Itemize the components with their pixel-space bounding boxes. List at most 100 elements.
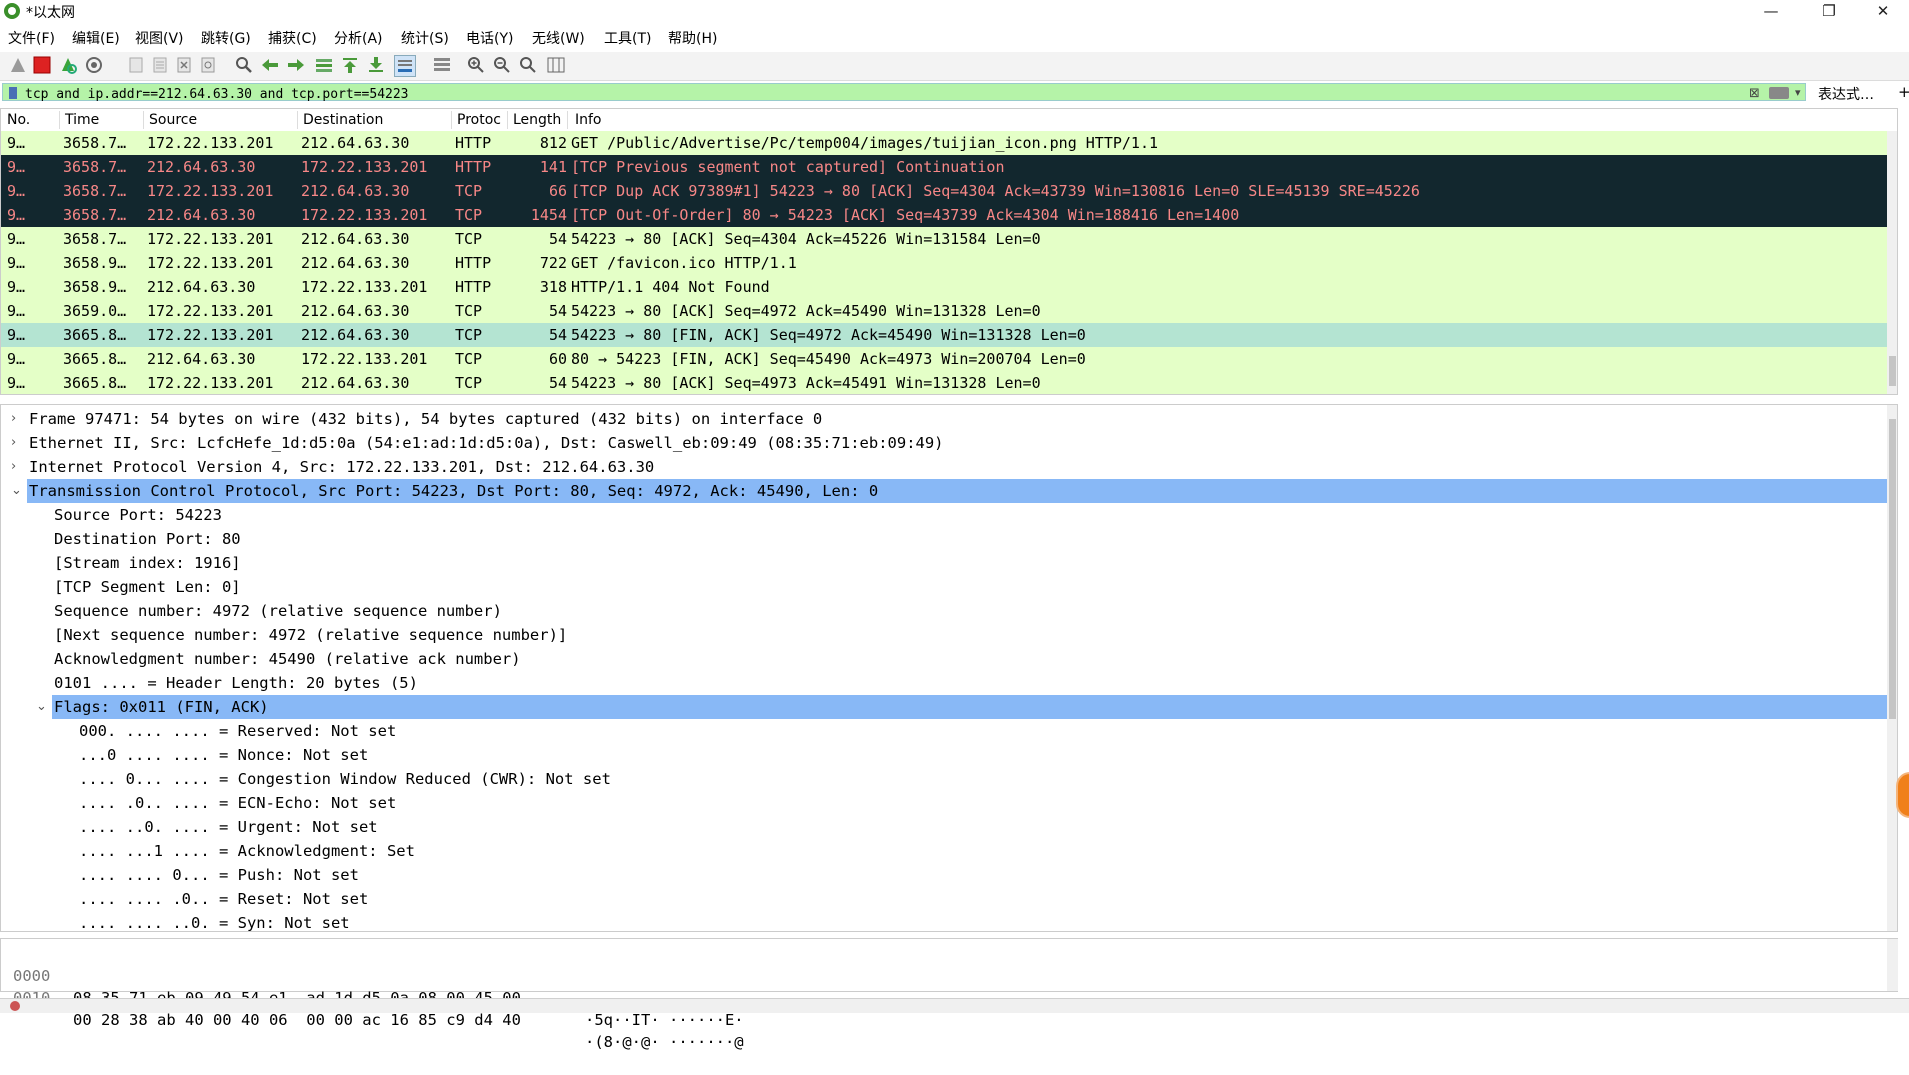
column-length[interactable]: Length [513,112,561,128]
shark-fin-start-icon[interactable] [8,55,28,75]
scrollbar-thumb[interactable] [1889,356,1896,386]
expression-button[interactable]: 表达式… [1818,84,1874,104]
filter-text[interactable]: tcp and ip.addr==212.64.63.30 and tcp.po… [25,87,409,102]
menu-edit[interactable]: 编辑(E) [72,28,120,48]
packet-row[interactable]: 9… 3665.8… 172.22.133.201 212.64.63.30 TCP 54… [1,323,1897,347]
collapse-arrow-icon[interactable]: ⌄ [36,695,47,719]
floating-badge-icon[interactable] [1896,772,1909,818]
column-time[interactable]: Time [65,112,99,128]
bookmark-icon[interactable] [9,87,17,99]
detail-tree-item[interactable]: › Internet Protocol Version 4, Src: 172.2… [1,455,1897,479]
go-forward-icon[interactable] [286,55,306,75]
packet-row[interactable]: 9… 3665.8… 172.22.133.201 212.64.63.30 TCP 54… [1,371,1897,394]
go-back-icon[interactable] [260,55,280,75]
bytes-scrollbar[interactable] [1887,939,1898,991]
column-source[interactable]: Source [149,112,197,128]
zoom-in-icon[interactable] [466,55,486,75]
open-file-icon[interactable] [126,55,146,75]
packet-list-scrollbar[interactable] [1887,131,1897,394]
resize-columns-icon[interactable] [546,55,566,75]
expand-arrow-icon[interactable]: › [11,407,16,431]
packet-row[interactable]: 9… 3659.0… 172.22.133.201 212.64.63.30 TCP 54… [1,299,1897,323]
menu-telephony[interactable]: 电话(Y) [466,28,513,48]
bytes-ascii[interactable]: ·(8·@·@· ·······@ [585,1031,744,1053]
detail-tree-item[interactable]: Source Port: 54223 [1,503,1897,527]
restore-button[interactable]: ❐ [1806,0,1852,22]
packet-row[interactable]: 9… 3658.9… 212.64.63.30 172.22.133.201 HTTP 3… [1,275,1897,299]
autoscroll-icon[interactable] [394,55,416,77]
detail-tree-item[interactable]: .... ..0. .... = Urgent: Not set [1,815,1897,839]
packet-row[interactable]: 9… 3658.7… 212.64.63.30 172.22.133.201 HTTP 1… [1,155,1897,179]
close-file-icon[interactable] [174,55,194,75]
expert-info-icon[interactable] [10,1001,20,1011]
detail-tree-item[interactable]: ⌄ Flags: 0x011 (FIN, ACK) [1,695,1897,719]
column-info[interactable]: Info [575,112,602,128]
clear-filter-icon[interactable]: ⊠ [1749,86,1760,101]
column-no[interactable]: No. [7,112,30,128]
menu-help[interactable]: 帮助(H) [668,28,717,48]
column-separator[interactable] [507,111,508,129]
menu-tools[interactable]: 工具(T) [604,28,651,48]
packet-row[interactable]: 9… 3665.8… 212.64.63.30 172.22.133.201 TCP 60… [1,347,1897,371]
menu-view[interactable]: 视图(V) [135,28,184,48]
packet-row[interactable]: 9… 3658.7… 172.22.133.201 212.64.63.30 TCP 66… [1,179,1897,203]
detail-tree-item[interactable]: .... .... 0... = Push: Not set [1,863,1897,887]
reload-file-icon[interactable] [198,55,218,75]
menu-wireless[interactable]: 无线(W) [532,28,585,48]
zoom-normal-icon[interactable] [518,55,538,75]
go-last-icon[interactable] [366,55,386,75]
go-to-packet-icon[interactable] [314,55,334,75]
stop-capture-icon[interactable] [32,55,52,75]
scrollbar-thumb[interactable] [1889,419,1896,719]
packet-row[interactable]: 9… 3658.7… 172.22.133.201 212.64.63.30 HTTP 8… [1,131,1897,155]
detail-tree-item[interactable]: 0101 .... = Header Length: 20 bytes (5) [1,671,1897,695]
column-separator[interactable] [297,111,298,129]
capture-options-icon[interactable] [84,55,104,75]
packet-row[interactable]: 9… 3658.7… 172.22.133.201 212.64.63.30 TCP 54… [1,227,1897,251]
menu-capture[interactable]: 捕获(C) [268,28,317,48]
restart-capture-icon[interactable] [58,55,78,75]
column-separator[interactable] [451,111,452,129]
detail-tree-item[interactable]: ⌄ Transmission Control Protocol, Src Port… [1,479,1897,503]
detail-tree-item[interactable]: Acknowledgment number: 45490 (relative a… [1,647,1897,671]
detail-tree-item[interactable]: ...0 .... .... = Nonce: Not set [1,743,1897,767]
detail-tree-item[interactable]: Sequence number: 4972 (relative sequence… [1,599,1897,623]
apply-filter-arrow-icon[interactable] [1769,87,1789,99]
detail-tree-item[interactable]: .... .... ..0. = Syn: Not set [1,911,1897,931]
detail-tree-item[interactable]: .... ...1 .... = Acknowledgment: Set [1,839,1897,863]
detail-tree-item[interactable]: [Stream index: 1916] [1,551,1897,575]
menu-file[interactable]: 文件(F) [8,28,55,48]
column-destination[interactable]: Destination [303,112,383,128]
detail-tree-item[interactable]: [Next sequence number: 4972 (relative se… [1,623,1897,647]
detail-tree-item[interactable]: › Frame 97471: 54 bytes on wire (432 bits… [1,407,1897,431]
detail-tree-item[interactable]: [TCP Segment Len: 0] [1,575,1897,599]
expand-arrow-icon[interactable]: › [11,431,16,455]
find-packet-icon[interactable] [234,55,254,75]
detail-tree-item[interactable]: › Ethernet II, Src: LcfcHefe_1d:d5:0a (54… [1,431,1897,455]
detail-tree-item[interactable]: .... .0.. .... = ECN-Echo: Not set [1,791,1897,815]
menu-go[interactable]: 跳转(G) [201,28,251,48]
packet-row[interactable]: 9… 3658.9… 172.22.133.201 212.64.63.30 HTTP 7… [1,251,1897,275]
column-protocol[interactable]: Protoc [457,112,501,128]
detail-tree-item[interactable]: Destination Port: 80 [1,527,1897,551]
detail-tree-item[interactable]: .... 0... .... = Congestion Window Reduc… [1,767,1897,791]
detail-tree-item[interactable]: 000. .... .... = Reserved: Not set [1,719,1897,743]
column-separator[interactable] [59,111,60,129]
close-button[interactable]: ✕ [1860,0,1906,22]
collapse-arrow-icon[interactable]: ⌄ [11,479,22,503]
packet-row[interactable]: 9… 3658.7… 212.64.63.30 172.22.133.201 TCP 14… [1,203,1897,227]
menu-statistics[interactable]: 统计(S) [401,28,449,48]
minimize-button[interactable]: — [1748,0,1794,22]
detail-tree-item[interactable]: .... .... .0.. = Reset: Not set [1,887,1897,911]
add-filter-button[interactable]: + [1898,83,1909,101]
display-filter-input[interactable]: tcp and ip.addr==212.64.63.30 and tcp.po… [2,83,1806,102]
menu-analyze[interactable]: 分析(A) [334,28,383,48]
filter-history-dropdown-icon[interactable]: ▾ [1795,86,1801,99]
column-separator[interactable] [143,111,144,129]
details-scrollbar[interactable] [1887,405,1897,931]
colorize-icon[interactable] [432,55,452,75]
save-file-icon[interactable] [150,55,170,75]
column-separator[interactable] [567,111,568,129]
expand-arrow-icon[interactable]: › [11,455,16,479]
go-first-icon[interactable] [340,55,360,75]
